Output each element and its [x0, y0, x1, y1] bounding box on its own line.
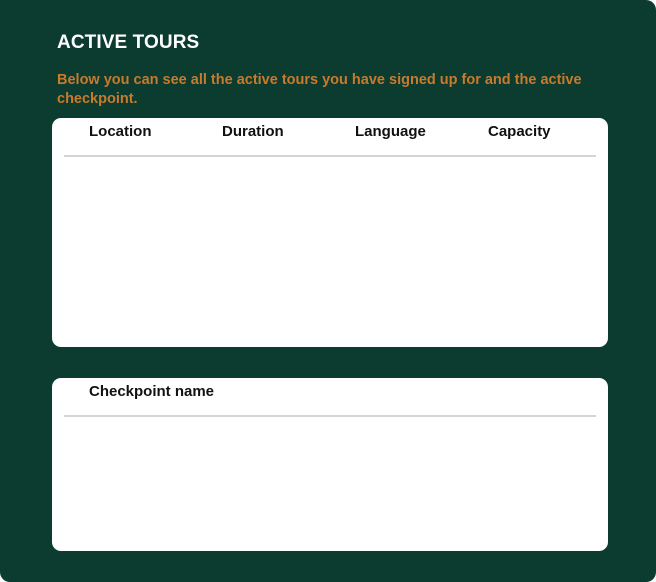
column-header-language[interactable]: Language — [355, 123, 426, 140]
active-tours-page: ACTIVE TOURS Below you can see all the a… — [0, 0, 656, 582]
checkpoint-table-body — [64, 418, 596, 543]
column-header-duration[interactable]: Duration — [222, 123, 284, 140]
tours-table-header: Location Duration Language Capacity — [64, 118, 596, 157]
active-checkpoint-table: Checkpoint name — [52, 378, 608, 551]
tours-table-body — [64, 158, 596, 339]
active-tours-table: Location Duration Language Capacity — [52, 118, 608, 347]
column-header-location[interactable]: Location — [89, 123, 152, 140]
checkpoint-table-header: Checkpoint name — [64, 378, 596, 417]
column-header-capacity[interactable]: Capacity — [488, 123, 551, 140]
page-description: Below you can see all the active tours y… — [57, 72, 582, 107]
page-title: ACTIVE TOURS — [57, 32, 200, 53]
column-header-checkpoint-name[interactable]: Checkpoint name — [89, 383, 214, 400]
